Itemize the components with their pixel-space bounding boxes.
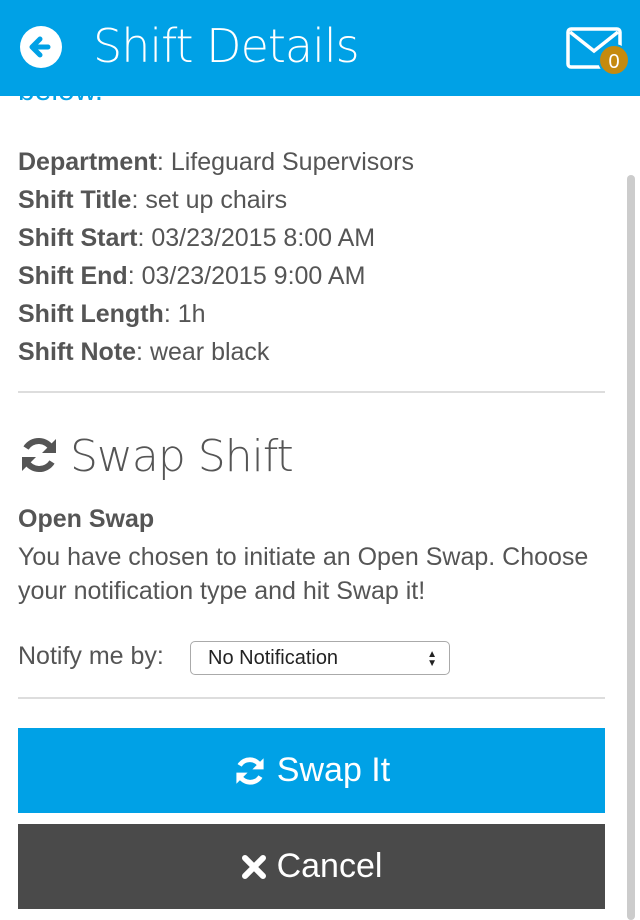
detail-value: : 03/23/2015 8:00 AM: [137, 224, 376, 252]
detail-value: : Lifeguard Supervisors: [156, 148, 415, 176]
detail-value: : wear black: [136, 338, 270, 366]
detail-value: : 1h: [163, 300, 206, 328]
divider: [18, 697, 605, 699]
select-arrows-icon: ▲ ▼: [427, 649, 437, 669]
swap-heading: Swap Shift: [18, 431, 294, 482]
swap-it-button[interactable]: Swap It: [18, 728, 605, 813]
notification-select[interactable]: No Notification ▲ ▼: [190, 641, 450, 675]
swap-description: You have chosen to initiate an Open Swap…: [18, 543, 589, 605]
detail-label: Shift Title: [18, 186, 132, 214]
detail-label: Shift Start: [18, 224, 138, 252]
mail-count-badge: 0: [598, 44, 630, 76]
detail-label: Department: [18, 148, 157, 176]
detail-row: Shift Title: set up chairs: [18, 181, 414, 219]
refresh-icon: [236, 756, 264, 785]
detail-row: Shift Length: 1h: [18, 295, 414, 333]
detail-row: Shift Start: 03/23/2015 8:00 AM: [18, 219, 414, 257]
back-arrow-icon[interactable]: [18, 24, 64, 70]
app-header: Shift Details 0: [0, 0, 640, 96]
close-icon: [241, 854, 266, 879]
detail-row: Department: Lifeguard Supervisors: [18, 143, 414, 181]
shift-details: Department: Lifeguard Supervisors Shift …: [18, 143, 414, 371]
main-content: below. Department: Lifeguard Supervisors…: [0, 96, 626, 920]
detail-label: Shift Note: [18, 338, 137, 366]
intro-text: below.: [18, 96, 103, 108]
detail-value: : set up chairs: [131, 186, 288, 214]
swap-heading-text: Swap Shift: [70, 431, 294, 482]
divider: [18, 391, 605, 393]
notify-label: Notify me by:: [18, 642, 164, 670]
swap-it-label: Swap It: [276, 751, 391, 789]
cancel-button[interactable]: Cancel: [18, 824, 605, 909]
notification-select-value: No Notification: [208, 647, 339, 669]
detail-row: Shift Note: wear black: [18, 333, 414, 371]
detail-value: : 03/23/2015 9:00 AM: [127, 262, 366, 290]
open-swap-title: Open Swap: [18, 505, 155, 533]
cancel-label: Cancel: [276, 847, 383, 885]
detail-label: Shift End: [18, 262, 128, 290]
detail-row: Shift End: 03/23/2015 9:00 AM: [18, 257, 414, 295]
page-title: Shift Details: [93, 19, 360, 73]
detail-label: Shift Length: [18, 300, 164, 328]
scrollbar[interactable]: [627, 175, 635, 920]
refresh-icon: [22, 437, 56, 473]
